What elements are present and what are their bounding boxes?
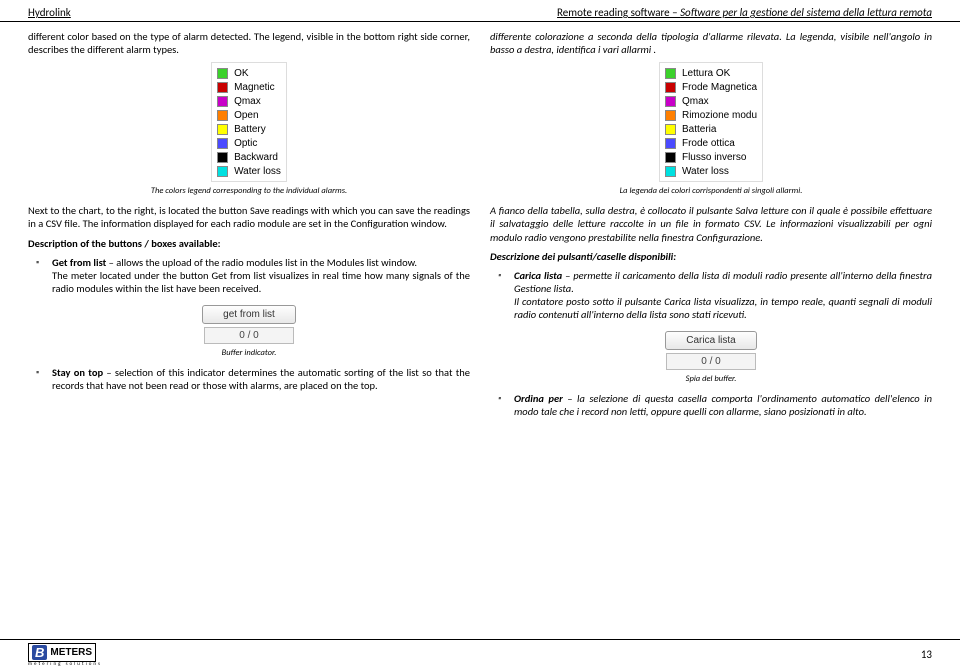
en-getfromlist-text: – allows the upload of the radio modules… [106, 256, 417, 269]
legend-row: Qmax [665, 94, 757, 108]
en-buffer-caption: Buffer indicator. [28, 348, 470, 358]
en-bullet-list-2: Stay on top – selection of this indicato… [28, 366, 470, 392]
en-bullet-stayontop: Stay on top – selection of this indicato… [52, 366, 470, 392]
two-column-body: different color based on the type of ala… [0, 22, 960, 423]
color-swatch [665, 166, 676, 177]
legend-label: Batteria [682, 124, 716, 135]
logo-box: B METERS [28, 643, 96, 662]
legend-row: Backward [217, 150, 281, 164]
legend-row: Frode ottica [665, 136, 757, 150]
legend-label: Flusso inverso [682, 152, 746, 163]
legend-row: Flusso inverso [665, 150, 757, 164]
it-intro: differente colorazione a seconda della t… [490, 30, 932, 56]
brand-logo: B METERS metering solutions [28, 643, 102, 667]
legend-label: Optic [234, 138, 257, 149]
logo-brand-text: METERS [50, 647, 92, 658]
legend-row: Water loss [665, 164, 757, 178]
it-caricalista-label: Carica lista [514, 269, 562, 282]
column-italian: differente colorazione a seconda della t… [490, 30, 932, 423]
color-swatch [665, 124, 676, 135]
en-getfromlist-label: Get from list [52, 256, 106, 269]
legend-row: Rimozione modu [665, 108, 757, 122]
it-caricalista-desc2: Il contatore posto sotto il pulsante Car… [514, 295, 932, 321]
color-swatch [217, 68, 228, 79]
color-swatch [217, 166, 228, 177]
legend-row: Magnetic [217, 80, 281, 94]
page-footer: B METERS metering solutions 13 [0, 639, 960, 667]
get-from-list-button[interactable]: get from list [202, 305, 296, 324]
it-button-block: Carica lista 0 / 0 [490, 331, 932, 370]
color-swatch [217, 124, 228, 135]
color-swatch [217, 96, 228, 107]
it-counter: 0 / 0 [666, 353, 755, 370]
legend-label: Frode Magnetica [682, 82, 757, 93]
legend-row: Optic [217, 136, 281, 150]
legend-row: OK [217, 66, 281, 80]
legend-row: Water loss [217, 164, 281, 178]
legend-row: Battery [217, 122, 281, 136]
legend-label: Frode ottica [682, 138, 735, 149]
it-ordinaper-text: – la selezione di questa casella comport… [514, 392, 932, 418]
legend-label: Qmax [234, 96, 261, 107]
legend-row: Lettura OK [665, 66, 757, 80]
legend-label: Lettura OK [682, 68, 730, 79]
carica-lista-button[interactable]: Carica lista [665, 331, 756, 350]
it-bullet-list-2: Ordina per – la selezione di questa case… [490, 392, 932, 418]
header-right-italic: Software per la gestione del sistema del… [680, 6, 932, 19]
color-swatch [665, 152, 676, 163]
color-swatch [665, 82, 676, 93]
en-button-block: get from list 0 / 0 [28, 305, 470, 344]
legend-label: Qmax [682, 96, 709, 107]
it-legend-caption: La legenda dei colori corrispondenti ai … [490, 186, 932, 196]
legend-row: Qmax [217, 94, 281, 108]
legend-label: Water loss [682, 166, 729, 177]
legend-label: Magnetic [234, 82, 275, 93]
header-right-plain: Remote reading software – [557, 6, 680, 19]
it-legend: Lettura OK Frode Magnetica Qmax Rimozione m… [490, 62, 932, 182]
en-getfromlist-desc2: The meter located under the button Get f… [52, 269, 470, 295]
logo-subtitle: metering solutions [28, 661, 102, 667]
header-right: Remote reading software – Software per l… [557, 6, 932, 19]
color-swatch [217, 82, 228, 93]
color-swatch [665, 96, 676, 107]
en-legend: OK Magnetic Qmax Open Battery Optic Backward Wa… [28, 62, 470, 182]
en-stayontop-text: – selection of this indicator determines… [52, 366, 470, 392]
it-section-heading: Descrizione dei pulsanti/caselle disponi… [490, 250, 932, 263]
color-swatch [665, 68, 676, 79]
page-header: Hydrolink Remote reading software – Soft… [0, 0, 960, 22]
color-swatch [217, 152, 228, 163]
it-ordinaper-label: Ordina per [514, 392, 563, 405]
legend-label: Battery [234, 124, 266, 135]
color-swatch [665, 110, 676, 121]
en-save-readings: Next to the chart, to the right, is loca… [28, 204, 470, 230]
it-save-readings: A fianco della tabella, sulla destra, è … [490, 204, 932, 243]
logo-b-icon: B [32, 645, 47, 660]
en-intro: different color based on the type of ala… [28, 30, 470, 56]
legend-label: Backward [234, 152, 278, 163]
en-section-heading: Description of the buttons / boxes avail… [28, 237, 470, 250]
it-caricalista-text: – permette il caricamento della lista di… [514, 269, 932, 295]
en-stayontop-label: Stay on top [52, 366, 103, 379]
legend-label: OK [234, 68, 248, 79]
color-swatch [217, 138, 228, 149]
page-number: 13 [921, 648, 932, 661]
color-swatch [665, 138, 676, 149]
header-left: Hydrolink [28, 6, 71, 19]
en-bullet-list: Get from list – allows the upload of the… [28, 256, 470, 295]
en-counter: 0 / 0 [204, 327, 293, 344]
legend-row: Frode Magnetica [665, 80, 757, 94]
color-swatch [217, 110, 228, 121]
it-buffer-caption: Spia del buffer. [490, 374, 932, 384]
it-bullet-ordinaper: Ordina per – la selezione di questa case… [514, 392, 932, 418]
legend-label: Water loss [234, 166, 281, 177]
column-english: different color based on the type of ala… [28, 30, 470, 423]
en-legend-caption: The colors legend corresponding to the i… [28, 186, 470, 196]
en-bullet-getfromlist: Get from list – allows the upload of the… [52, 256, 470, 295]
legend-label: Open [234, 110, 258, 121]
it-bullet-list: Carica lista – permette il caricamento d… [490, 269, 932, 322]
legend-label: Rimozione modu [682, 110, 757, 121]
it-bullet-caricalista: Carica lista – permette il caricamento d… [514, 269, 932, 322]
legend-row: Batteria [665, 122, 757, 136]
legend-row: Open [217, 108, 281, 122]
